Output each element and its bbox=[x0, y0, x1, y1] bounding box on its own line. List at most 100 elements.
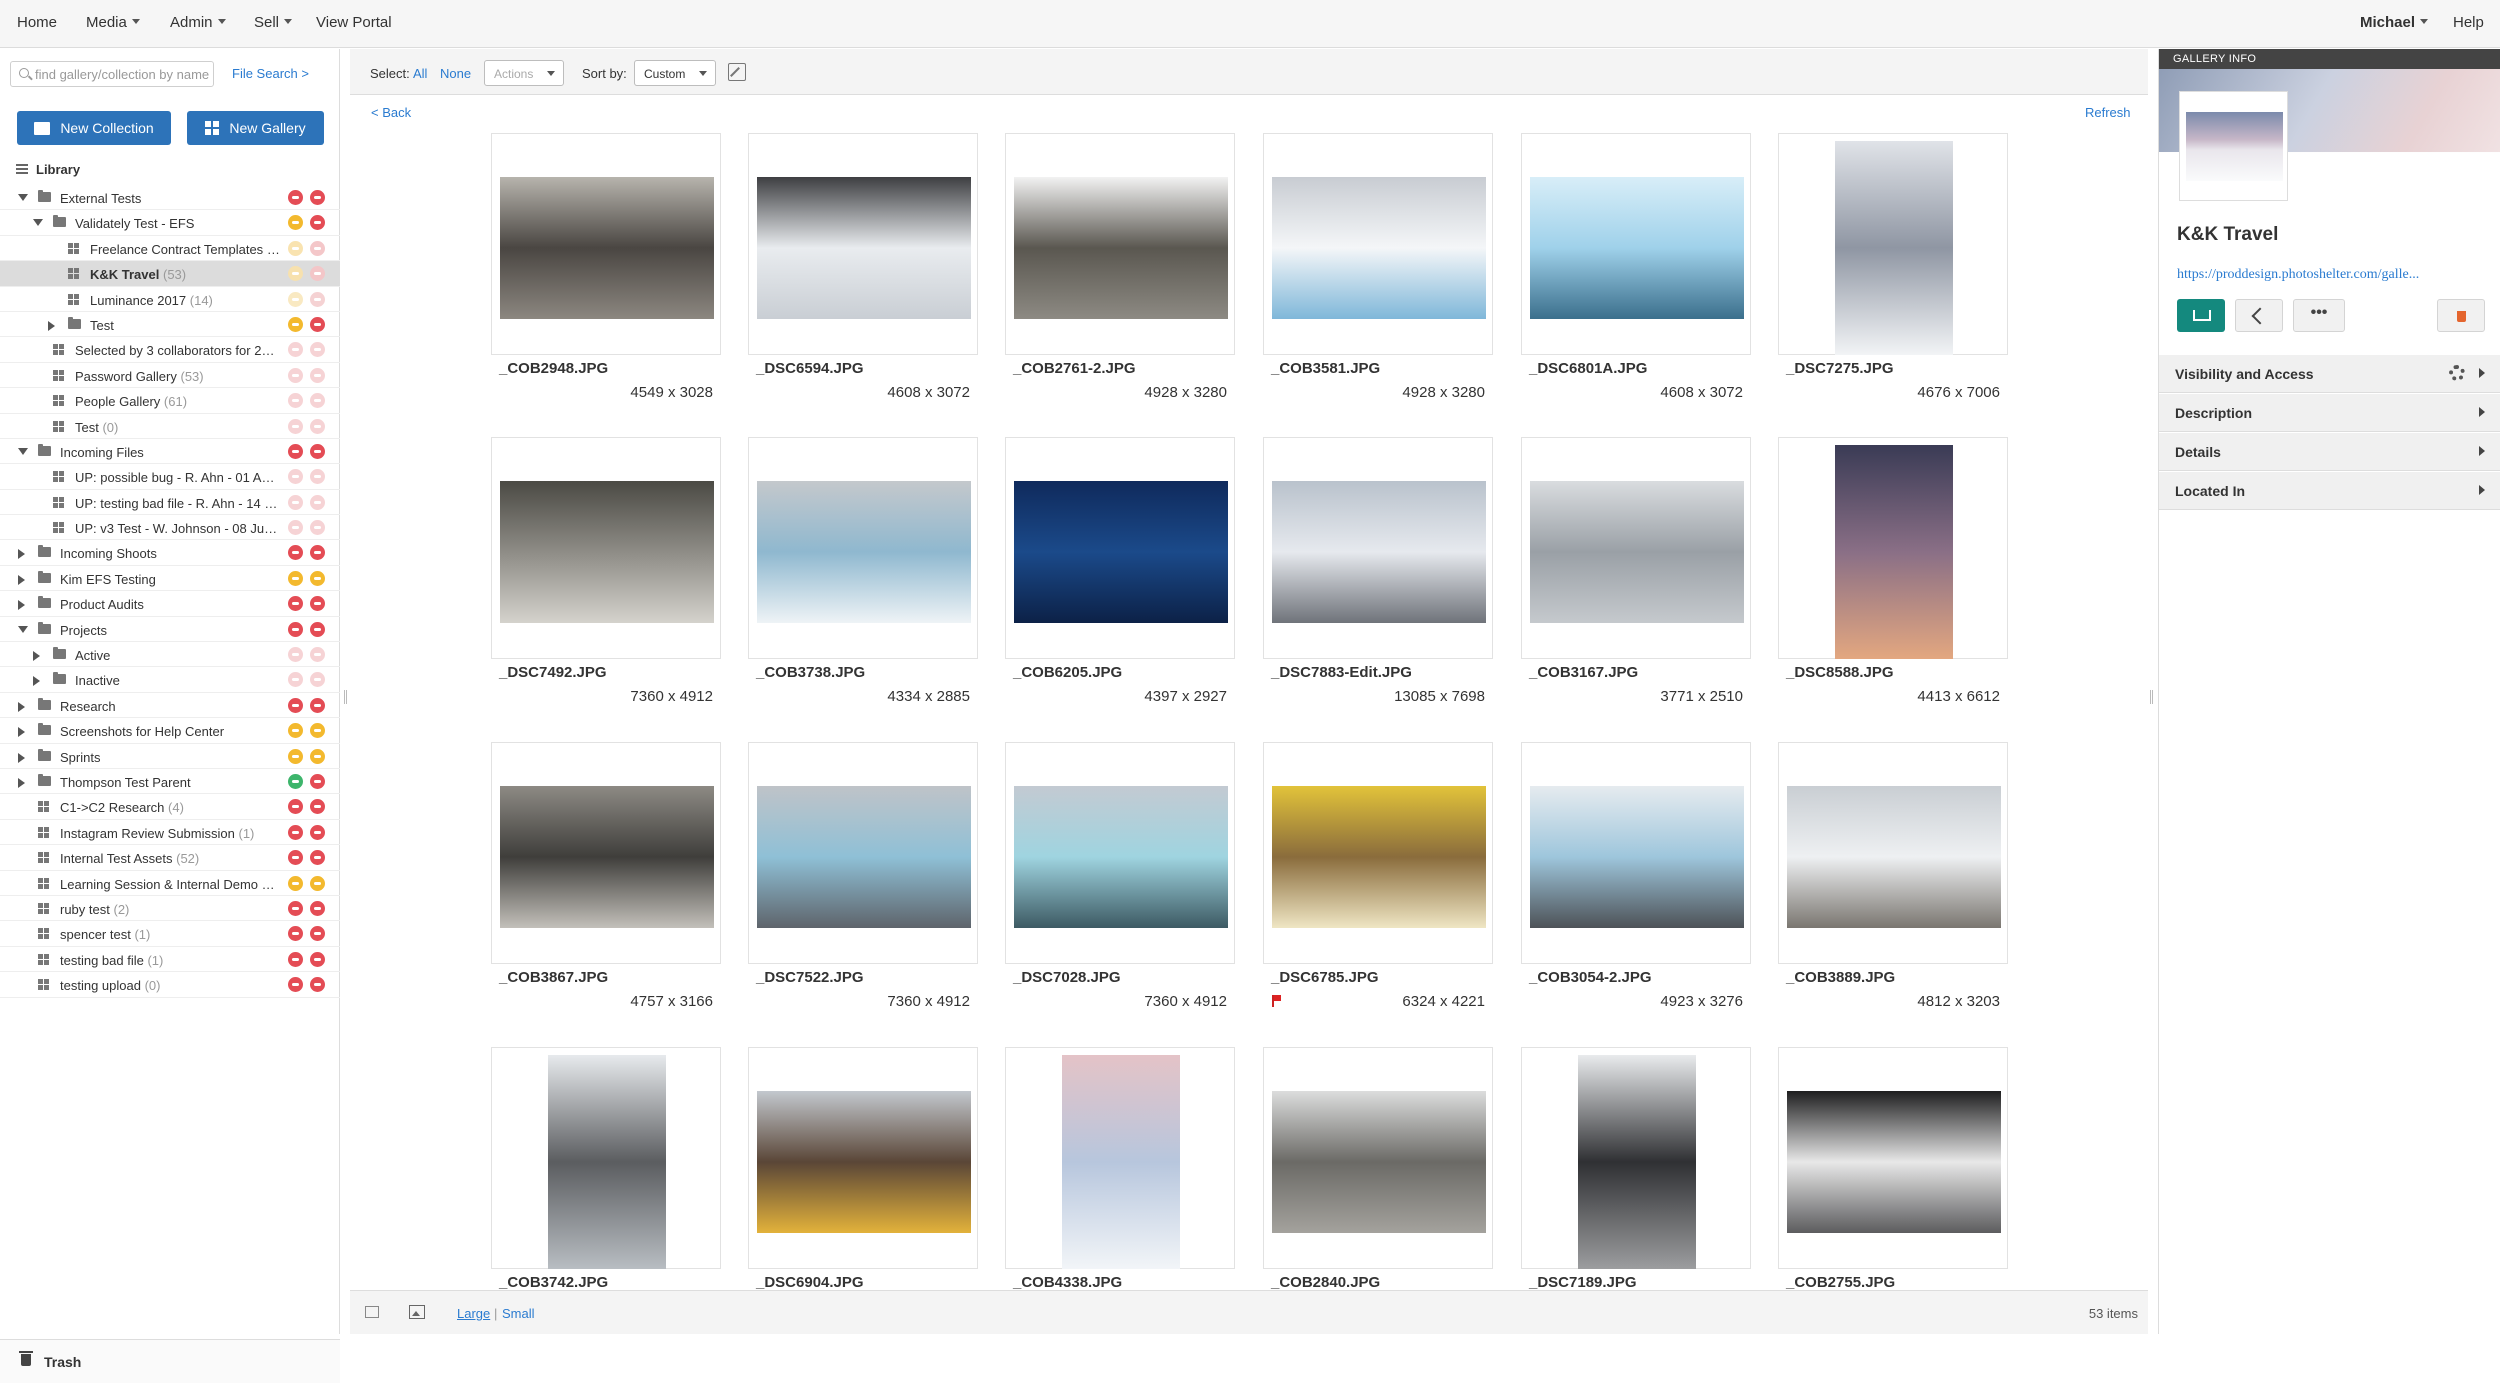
visibility-icon[interactable] bbox=[288, 266, 303, 282]
tree-item[interactable]: Validately Test - EFS bbox=[0, 210, 340, 236]
gallery-search-input[interactable]: find gallery/collection by name bbox=[10, 61, 214, 87]
image-thumbnail[interactable] bbox=[1272, 1091, 1486, 1233]
image-card[interactable]: _DSC7189.JPG bbox=[1521, 1047, 1751, 1290]
visibility-icon[interactable] bbox=[288, 240, 303, 256]
download-icon[interactable] bbox=[310, 393, 325, 409]
visibility-icon[interactable] bbox=[288, 773, 303, 789]
tree-item[interactable]: Research bbox=[0, 693, 340, 719]
download-icon[interactable] bbox=[310, 748, 325, 764]
panel-resize-handle[interactable] bbox=[2150, 690, 2153, 704]
visibility-icon[interactable] bbox=[288, 875, 303, 891]
gallery-thumbnail[interactable] bbox=[2179, 91, 2288, 201]
download-icon[interactable] bbox=[310, 570, 325, 586]
image-thumbnail[interactable] bbox=[757, 481, 971, 623]
download-icon[interactable] bbox=[310, 316, 325, 332]
visibility-icon[interactable] bbox=[288, 977, 303, 993]
image-card[interactable]: _COB2755.JPG bbox=[1778, 1047, 2008, 1290]
sort-dropdown[interactable]: Custom bbox=[634, 60, 716, 86]
visibility-icon[interactable] bbox=[288, 799, 303, 815]
download-icon[interactable] bbox=[310, 443, 325, 459]
image-thumbnail[interactable] bbox=[500, 786, 714, 928]
image-card[interactable]: _DSC7492.JPG 7360 x 4912 bbox=[491, 437, 721, 711]
visibility-icon[interactable] bbox=[288, 951, 303, 967]
visibility-icon[interactable] bbox=[288, 824, 303, 840]
visibility-icon[interactable] bbox=[288, 342, 303, 358]
image-thumbnail[interactable] bbox=[1835, 141, 1953, 355]
download-icon[interactable] bbox=[310, 342, 325, 358]
image-card[interactable]: _COB3742.JPG bbox=[491, 1047, 721, 1290]
download-icon[interactable] bbox=[310, 494, 325, 510]
new-gallery-button[interactable]: New Gallery bbox=[187, 111, 324, 145]
tree-item[interactable]: Thompson Test Parent bbox=[0, 769, 340, 795]
download-icon[interactable] bbox=[310, 469, 325, 485]
image-card[interactable]: _DSC7028.JPG 7360 x 4912 bbox=[1005, 742, 1235, 1016]
image-card[interactable]: _COB3167.JPG 3771 x 2510 bbox=[1521, 437, 1751, 711]
image-card[interactable]: _COB3581.JPG 4928 x 3280 bbox=[1263, 133, 1493, 407]
image-frame[interactable] bbox=[1263, 133, 1493, 355]
tree-item[interactable]: UP: possible bug - R. Ahn - 01 Aug ... (… bbox=[0, 464, 340, 490]
delete-button[interactable] bbox=[2437, 299, 2485, 332]
chevron-right-icon[interactable] bbox=[18, 727, 25, 738]
chevron-right-icon[interactable] bbox=[18, 549, 25, 560]
download-icon[interactable] bbox=[310, 850, 325, 866]
image-card[interactable]: _DSC6785.JPG 6324 x 4221 bbox=[1263, 742, 1493, 1016]
size-small-link[interactable]: Small bbox=[502, 1306, 535, 1321]
grid-view-icon[interactable] bbox=[365, 1306, 379, 1318]
nav-media[interactable]: Media bbox=[86, 14, 140, 31]
tree-item[interactable]: Luminance 2017 (14) bbox=[0, 287, 340, 312]
image-frame[interactable] bbox=[748, 437, 978, 659]
image-frame[interactable] bbox=[1778, 437, 2008, 659]
image-card[interactable]: _DSC8588.JPG 4413 x 6612 bbox=[1778, 437, 2008, 711]
image-card[interactable]: _DSC7522.JPG 7360 x 4912 bbox=[748, 742, 978, 1016]
tree-item[interactable]: Product Audits bbox=[0, 591, 340, 617]
image-frame[interactable] bbox=[1521, 133, 1751, 355]
tree-item[interactable]: Test (0) bbox=[0, 414, 340, 439]
section-details[interactable]: Details bbox=[2159, 433, 2500, 471]
flag-icon[interactable] bbox=[1272, 995, 1281, 1007]
upload-button[interactable] bbox=[2177, 299, 2225, 332]
image-card[interactable]: _COB3738.JPG 4334 x 2885 bbox=[748, 437, 978, 711]
image-thumbnail[interactable] bbox=[1530, 177, 1744, 319]
image-frame[interactable] bbox=[1005, 742, 1235, 964]
new-collection-button[interactable]: New Collection bbox=[17, 111, 171, 145]
visibility-icon[interactable] bbox=[288, 570, 303, 586]
download-icon[interactable] bbox=[310, 520, 325, 536]
tree-item[interactable]: Freelance Contract Templates (... bbox=[0, 236, 340, 262]
refresh-link[interactable]: Refresh bbox=[2085, 105, 2131, 120]
tree-item[interactable]: ruby test (2) bbox=[0, 896, 340, 922]
image-frame[interactable] bbox=[1005, 133, 1235, 355]
visibility-icon[interactable] bbox=[288, 291, 303, 307]
visibility-icon[interactable] bbox=[288, 748, 303, 764]
download-icon[interactable] bbox=[310, 647, 325, 663]
visibility-icon[interactable] bbox=[288, 647, 303, 663]
image-view-icon[interactable] bbox=[409, 1305, 425, 1319]
chevron-down-icon[interactable] bbox=[33, 219, 43, 227]
sidebar-resize-handle[interactable] bbox=[344, 690, 347, 704]
image-card[interactable]: _COB3889.JPG 4812 x 3203 bbox=[1778, 742, 2008, 1016]
image-frame[interactable] bbox=[1263, 437, 1493, 659]
tree-item[interactable]: Projects bbox=[0, 617, 340, 643]
tree-item[interactable]: People Gallery (61) bbox=[0, 388, 340, 414]
download-icon[interactable] bbox=[310, 621, 325, 637]
visibility-icon[interactable] bbox=[288, 723, 303, 739]
download-icon[interactable] bbox=[310, 367, 325, 383]
actions-dropdown[interactable]: Actions bbox=[484, 60, 564, 86]
more-options-button[interactable]: ••• bbox=[2293, 299, 2345, 332]
tree-item[interactable]: Test bbox=[0, 312, 340, 338]
chevron-right-icon[interactable] bbox=[18, 600, 25, 611]
download-icon[interactable] bbox=[310, 900, 325, 916]
download-icon[interactable] bbox=[310, 926, 325, 942]
image-frame[interactable] bbox=[1521, 742, 1751, 964]
image-card[interactable]: _DSC7275.JPG 4676 x 7006 bbox=[1778, 133, 2008, 407]
chevron-right-icon[interactable] bbox=[18, 752, 25, 763]
image-thumbnail[interactable] bbox=[1530, 481, 1744, 623]
image-thumbnail[interactable] bbox=[1272, 786, 1486, 928]
nav-home[interactable]: Home bbox=[17, 14, 57, 31]
image-frame[interactable] bbox=[491, 1047, 721, 1269]
download-icon[interactable] bbox=[310, 545, 325, 561]
image-thumbnail[interactable] bbox=[1272, 481, 1486, 623]
image-frame[interactable] bbox=[1778, 742, 2008, 964]
chevron-right-icon[interactable] bbox=[18, 777, 25, 788]
visibility-icon[interactable] bbox=[288, 545, 303, 561]
visibility-icon[interactable] bbox=[288, 697, 303, 713]
